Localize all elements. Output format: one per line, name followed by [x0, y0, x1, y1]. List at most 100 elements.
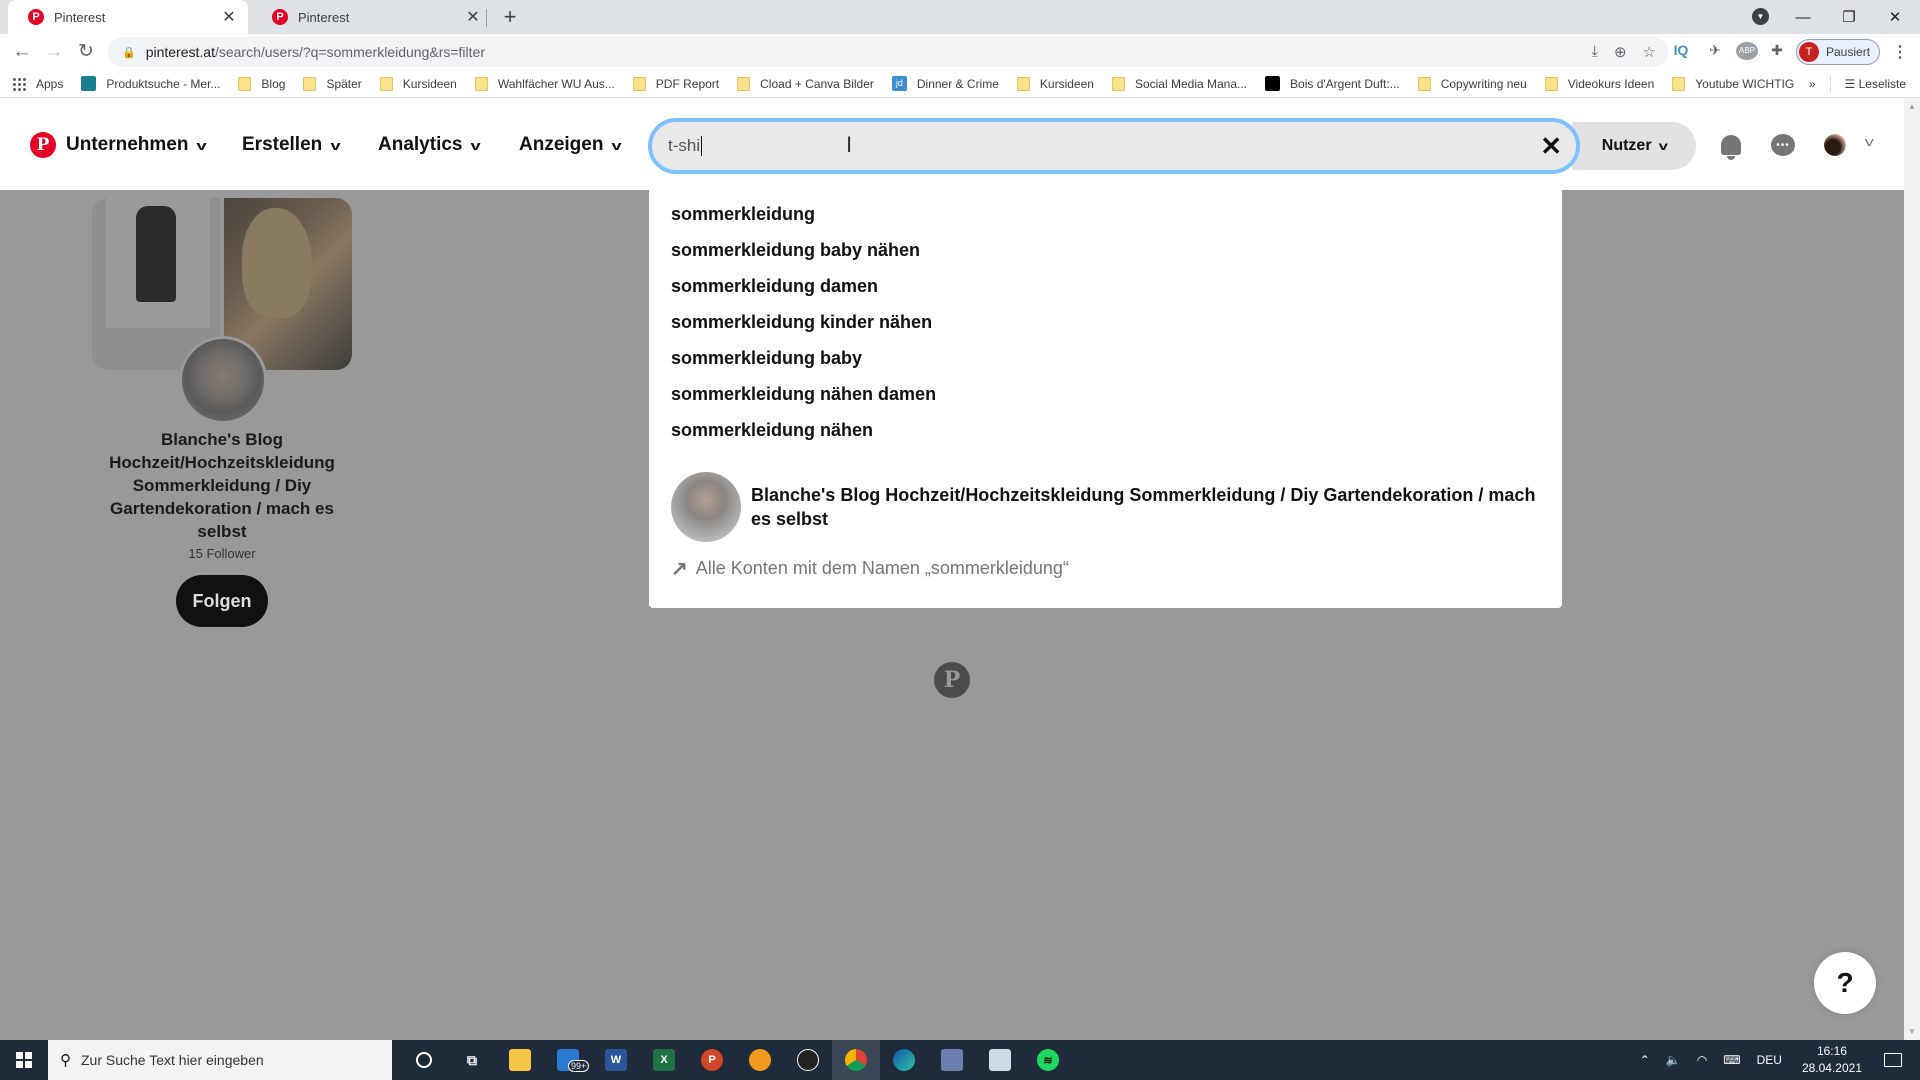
browser-menu-icon[interactable]: ⋮	[1892, 42, 1908, 62]
bookmark-dinner-crime[interactable]: jd Dinner & Crime	[891, 76, 999, 91]
suggestion-item[interactable]: sommerkleidung	[671, 204, 815, 225]
bookmark-label: Später	[326, 76, 362, 91]
bookmark-videokurs[interactable]: Videokurs Ideen	[1544, 76, 1654, 91]
taskbar-excel[interactable]: X	[640, 1040, 688, 1080]
bois-icon	[1265, 76, 1281, 91]
keyboard-icon[interactable]: ⌨	[1723, 1053, 1740, 1067]
account-avatar[interactable]	[1824, 134, 1846, 156]
bookmark-wahlfaecher[interactable]: Wahlfächer WU Aus...	[474, 76, 615, 91]
folder-icon	[474, 76, 488, 91]
adblock-extension-icon[interactable]: ABP	[1736, 42, 1758, 60]
taskbar-edge[interactable]	[880, 1040, 928, 1080]
bookmark-cload-canva[interactable]: Cload + Canva Bilder	[737, 76, 874, 91]
search-filter-dropdown[interactable]: Nutzer v	[1572, 122, 1696, 170]
bookmark-kursideen-2[interactable]: Kursideen	[1016, 76, 1094, 91]
suggestion-item[interactable]: sommerkleidung baby nähen	[671, 240, 920, 261]
bookmark-bois-dargent[interactable]: Bois d'Argent Duft:...	[1265, 76, 1400, 91]
bookmark-spaeter[interactable]: Später	[303, 76, 362, 91]
scroll-down-icon[interactable]: ▼	[1908, 1027, 1916, 1036]
search-input[interactable]: t-shi I ✕	[648, 118, 1580, 174]
bookmark-produktsuche[interactable]: Produktsuche - Mer...	[81, 76, 220, 91]
bookmarks-bar: Apps Produktsuche - Mer... Blog Später K…	[0, 70, 1920, 98]
clock-date: 28.04.2021	[1801, 1061, 1862, 1075]
iq-extension-icon[interactable]: IQ	[1670, 42, 1692, 58]
user-name[interactable]: Blanche's Blog Hochzeit/Hochzeitskleidun…	[92, 428, 352, 543]
action-center-icon[interactable]	[1884, 1053, 1902, 1067]
nav-analytics[interactable]: Analytics v	[378, 128, 481, 162]
bookmark-social-media[interactable]: Social Media Mana...	[1111, 76, 1247, 91]
account-result[interactable]: Blanche's Blog Hochzeit/Hochzeitskleidun…	[671, 472, 1551, 542]
reading-list-button[interactable]: ☰ Leseliste	[1845, 77, 1906, 91]
zoom-icon[interactable]: ⊕	[1614, 43, 1627, 61]
taskbar-spotify[interactable]: ≋	[1024, 1040, 1072, 1080]
taskbar-paint[interactable]	[976, 1040, 1024, 1080]
all-accounts-link[interactable]: ↗ Alle Konten mit dem Namen „sommerkleid…	[671, 556, 1069, 581]
bookmark-kursideen[interactable]: Kursideen	[379, 76, 457, 91]
suggestion-item[interactable]: sommerkleidung baby	[671, 348, 862, 369]
suggestion-item[interactable]: sommerkleidung nähen	[671, 420, 873, 441]
scroll-up-icon[interactable]: ▲	[1908, 102, 1916, 111]
tab-pinterest-active[interactable]: P Pinterest ✕	[8, 0, 248, 34]
help-button[interactable]: ?	[1814, 952, 1876, 1014]
taskbar-podcast-app[interactable]	[736, 1040, 784, 1080]
taskbar-search-input[interactable]: ⚲ Zur Suche Text hier eingeben	[48, 1040, 392, 1080]
taskbar-obs[interactable]	[784, 1040, 832, 1080]
back-arrow-icon[interactable]: ←	[10, 40, 34, 64]
tray-overflow-icon[interactable]: ⌃	[1640, 1053, 1650, 1067]
forward-arrow-icon[interactable]: →	[42, 40, 66, 64]
bookmark-label: Youtube WICHTIG	[1695, 76, 1795, 91]
bookmarks-overflow-button[interactable]: »	[1809, 77, 1816, 91]
task-view-button[interactable]: ⧉	[448, 1040, 496, 1080]
clock[interactable]: 16:16 28.04.2021	[1802, 1043, 1862, 1077]
bookmark-youtube[interactable]: Youtube WICHTIG	[1672, 76, 1795, 91]
user-card[interactable]: Blanche's Blog Hochzeit/Hochzeitskleidun…	[92, 198, 352, 627]
text-cursor-icon: I	[846, 132, 853, 157]
bookmark-blog[interactable]: Blog	[238, 76, 286, 91]
install-app-icon[interactable]: ⤓	[1591, 43, 1598, 61]
address-bar[interactable]: 🔒 pinterest.at/search/users/?q=sommerkle…	[108, 37, 1668, 67]
taskbar-chrome[interactable]	[832, 1040, 880, 1080]
bookmark-label: Copywriting neu	[1440, 76, 1527, 91]
minimize-button[interactable]: —	[1780, 9, 1826, 26]
reload-icon[interactable]: ↻	[74, 40, 98, 64]
close-tab-icon[interactable]: ✕	[464, 7, 482, 27]
account-result-name: Blanche's Blog Hochzeit/Hochzeitskleidun…	[751, 485, 1536, 529]
profile-button[interactable]: T Pausiert	[1796, 39, 1880, 65]
nav-anzeigen[interactable]: Anzeigen v	[519, 128, 622, 162]
extensions-puzzle-icon[interactable]: ✚	[1766, 42, 1788, 59]
suggestion-item[interactable]: sommerkleidung nähen damen	[671, 384, 936, 405]
tab-search-icon[interactable]: ▼	[1752, 8, 1769, 25]
taskbar-snipping-tool[interactable]	[928, 1040, 976, 1080]
nav-erstellen[interactable]: Erstellen v	[242, 128, 341, 162]
taskbar-mail[interactable]: 99+	[544, 1040, 592, 1080]
bookmark-label: Blog	[261, 76, 286, 91]
start-button[interactable]	[0, 1040, 48, 1080]
nav-unternehmen[interactable]: Unternehmen v	[66, 128, 207, 162]
bookmark-copywriting[interactable]: Copywriting neu	[1417, 76, 1527, 91]
bookmark-pdf-report[interactable]: PDF Report	[632, 76, 719, 91]
bookmark-apps[interactable]: Apps	[12, 76, 63, 91]
restore-button[interactable]: ❐	[1826, 8, 1872, 26]
messages-icon[interactable]: •••	[1768, 130, 1798, 160]
suggestion-item[interactable]: sommerkleidung damen	[671, 276, 878, 297]
tab-pinterest[interactable]: P Pinterest ✕	[252, 0, 492, 34]
follow-button[interactable]: Folgen	[176, 575, 268, 627]
close-window-button[interactable]: ✕	[1872, 8, 1918, 26]
suggestion-item[interactable]: sommerkleidung kinder nähen	[671, 312, 932, 333]
taskbar-powerpoint[interactable]: P	[688, 1040, 736, 1080]
wifi-icon[interactable]: ◠	[1697, 1053, 1707, 1067]
taskbar-word[interactable]: W	[592, 1040, 640, 1080]
language-indicator[interactable]: DEU	[1757, 1053, 1782, 1067]
account-chevron-down-icon[interactable]: v	[1865, 134, 1874, 149]
cortana-button[interactable]	[400, 1040, 448, 1080]
taskbar-file-explorer[interactable]	[496, 1040, 544, 1080]
bookmark-star-icon[interactable]: ☆	[1643, 43, 1656, 61]
new-tab-button[interactable]: +	[498, 4, 522, 30]
clear-search-icon[interactable]: ✕	[1540, 131, 1562, 162]
notifications-bell-icon[interactable]	[1716, 130, 1746, 160]
volume-icon[interactable]: 🔈	[1666, 1053, 1681, 1067]
pinterest-logo-icon[interactable]: P	[30, 132, 56, 158]
bird-extension-icon[interactable]: ✈	[1704, 42, 1726, 59]
page-scrollbar[interactable]: ▲ ▼	[1904, 98, 1920, 1040]
close-tab-icon[interactable]: ✕	[220, 7, 238, 27]
